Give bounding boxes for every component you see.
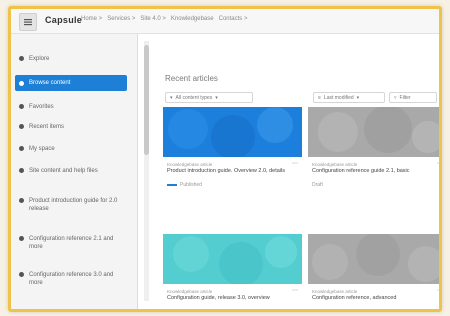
article-type: Knowledgebase article: [312, 289, 358, 294]
sidebar-item-site-content[interactable]: Site content and help files: [15, 164, 127, 178]
status-indicator: [167, 184, 177, 186]
breadcrumb: Home > Services > Site 4.0 > Knowledgeba…: [81, 16, 247, 22]
breadcrumb-item[interactable]: Site 4.0 >: [140, 16, 166, 22]
more-options-icon[interactable]: ⋯: [292, 161, 298, 167]
sidebar-item-label: Recent items: [29, 124, 65, 130]
sidebar-item-recent[interactable]: Recent items: [15, 120, 127, 134]
article-title[interactable]: Product introduction guide. Overview 2.0…: [163, 167, 302, 176]
more-options-icon[interactable]: ⋯: [437, 161, 439, 167]
content-type-label: All content types: [175, 94, 213, 101]
article-type: Knowledgebase article: [167, 289, 213, 294]
more-options-icon[interactable]: ⋯: [292, 288, 298, 294]
sidebar-item-label: Browse content: [29, 80, 71, 86]
sidebar-scrollbar[interactable]: [144, 45, 149, 155]
sidebar-item-product-guide[interactable]: Product introduction guide for 2.0 relea…: [15, 194, 127, 216]
status-badge: Draft: [312, 182, 323, 188]
sidebar-item-explore[interactable]: Explore: [15, 52, 127, 66]
folder-icon: [19, 272, 24, 277]
status-badge: Published: [180, 182, 202, 188]
more-options-icon[interactable]: ⋯: [437, 288, 439, 294]
sort-label: Last modified: [323, 94, 354, 101]
top-bar: Capsule Home > Services > Site 4.0 > Kno…: [11, 9, 439, 34]
article-title[interactable]: Configuration reference guide 2.1, basic: [308, 167, 439, 176]
clock-icon: [19, 124, 24, 129]
app-title: Capsule: [45, 15, 83, 25]
breadcrumb-item[interactable]: Knowledgebase: [171, 16, 214, 22]
article-type: Knowledgebase article: [167, 162, 213, 167]
sidebar: Explore Browse content Favorites Recent …: [11, 34, 138, 309]
browse-icon: [19, 81, 24, 86]
article-thumbnail: [163, 234, 302, 284]
article-card[interactable]: Knowledgebase article ⋯ Product introduc…: [163, 107, 302, 188]
sidebar-item-my-space[interactable]: My space: [15, 142, 127, 156]
article-card[interactable]: Knowledgebase article ⋯ Configuration gu…: [163, 234, 302, 303]
breadcrumb-item[interactable]: Services >: [107, 16, 135, 22]
sidebar-item-label: Product introduction guide for 2.0 relea…: [29, 198, 118, 212]
breadcrumb-item[interactable]: Home >: [81, 16, 102, 22]
sort-icon: ≡: [318, 94, 321, 101]
sidebar-item-config-3-0[interactable]: Configuration reference 3.0 and more: [15, 268, 127, 290]
star-icon: [19, 104, 24, 109]
folder-icon: [19, 198, 24, 203]
article-card[interactable]: Knowledgebase article ⋯ Configuration re…: [308, 234, 439, 303]
article-type: Knowledgebase article: [312, 162, 358, 167]
folder-icon: [19, 146, 24, 151]
sidebar-item-label: Configuration reference 3.0 and more: [29, 272, 114, 286]
sidebar-item-label: Favorites: [29, 104, 54, 110]
explore-icon: [19, 56, 24, 61]
menu-button[interactable]: [19, 13, 37, 31]
main-content: Recent articles ▾ All content types ▾ ≡ …: [153, 34, 439, 309]
article-thumbnail: [308, 234, 439, 284]
article-thumbnail: [308, 107, 439, 157]
sidebar-item-browse-content[interactable]: Browse content: [15, 75, 127, 91]
sidebar-item-label: Configuration reference 2.1 and more: [29, 236, 114, 250]
filter-label: Filter: [399, 94, 411, 101]
article-title[interactable]: Configuration reference, advanced: [308, 294, 439, 303]
sort-dropdown[interactable]: ≡ Last modified ▾: [313, 92, 385, 103]
funnel-icon: ▿: [394, 94, 397, 101]
app-window: Capsule Home > Services > Site 4.0 > Kno…: [8, 6, 442, 312]
sidebar-item-label: Explore: [29, 56, 50, 62]
sidebar-item-config-2-1[interactable]: Configuration reference 2.1 and more: [15, 232, 127, 254]
section-title: Recent articles: [165, 74, 218, 83]
menu-icon: [24, 19, 32, 26]
filter-dropdown[interactable]: ▿ Filter: [389, 92, 437, 103]
article-thumbnail: [163, 107, 302, 157]
sidebar-item-label: My space: [29, 146, 55, 152]
filter-icon: ▾: [170, 94, 173, 101]
article-title[interactable]: Configuration guide, release 3.0, overvi…: [163, 294, 302, 303]
chevron-down-icon: ▾: [215, 94, 218, 101]
content-type-dropdown[interactable]: ▾ All content types ▾: [165, 92, 253, 103]
article-card[interactable]: Knowledgebase article ⋯ Configuration re…: [308, 107, 439, 188]
folder-icon: [19, 168, 24, 173]
chevron-down-icon: ▾: [356, 94, 360, 101]
breadcrumb-item[interactable]: Contacts >: [219, 16, 248, 22]
folder-icon: [19, 236, 24, 241]
sidebar-item-label: Site content and help files: [29, 168, 98, 174]
sidebar-item-favorites[interactable]: Favorites: [15, 100, 127, 114]
